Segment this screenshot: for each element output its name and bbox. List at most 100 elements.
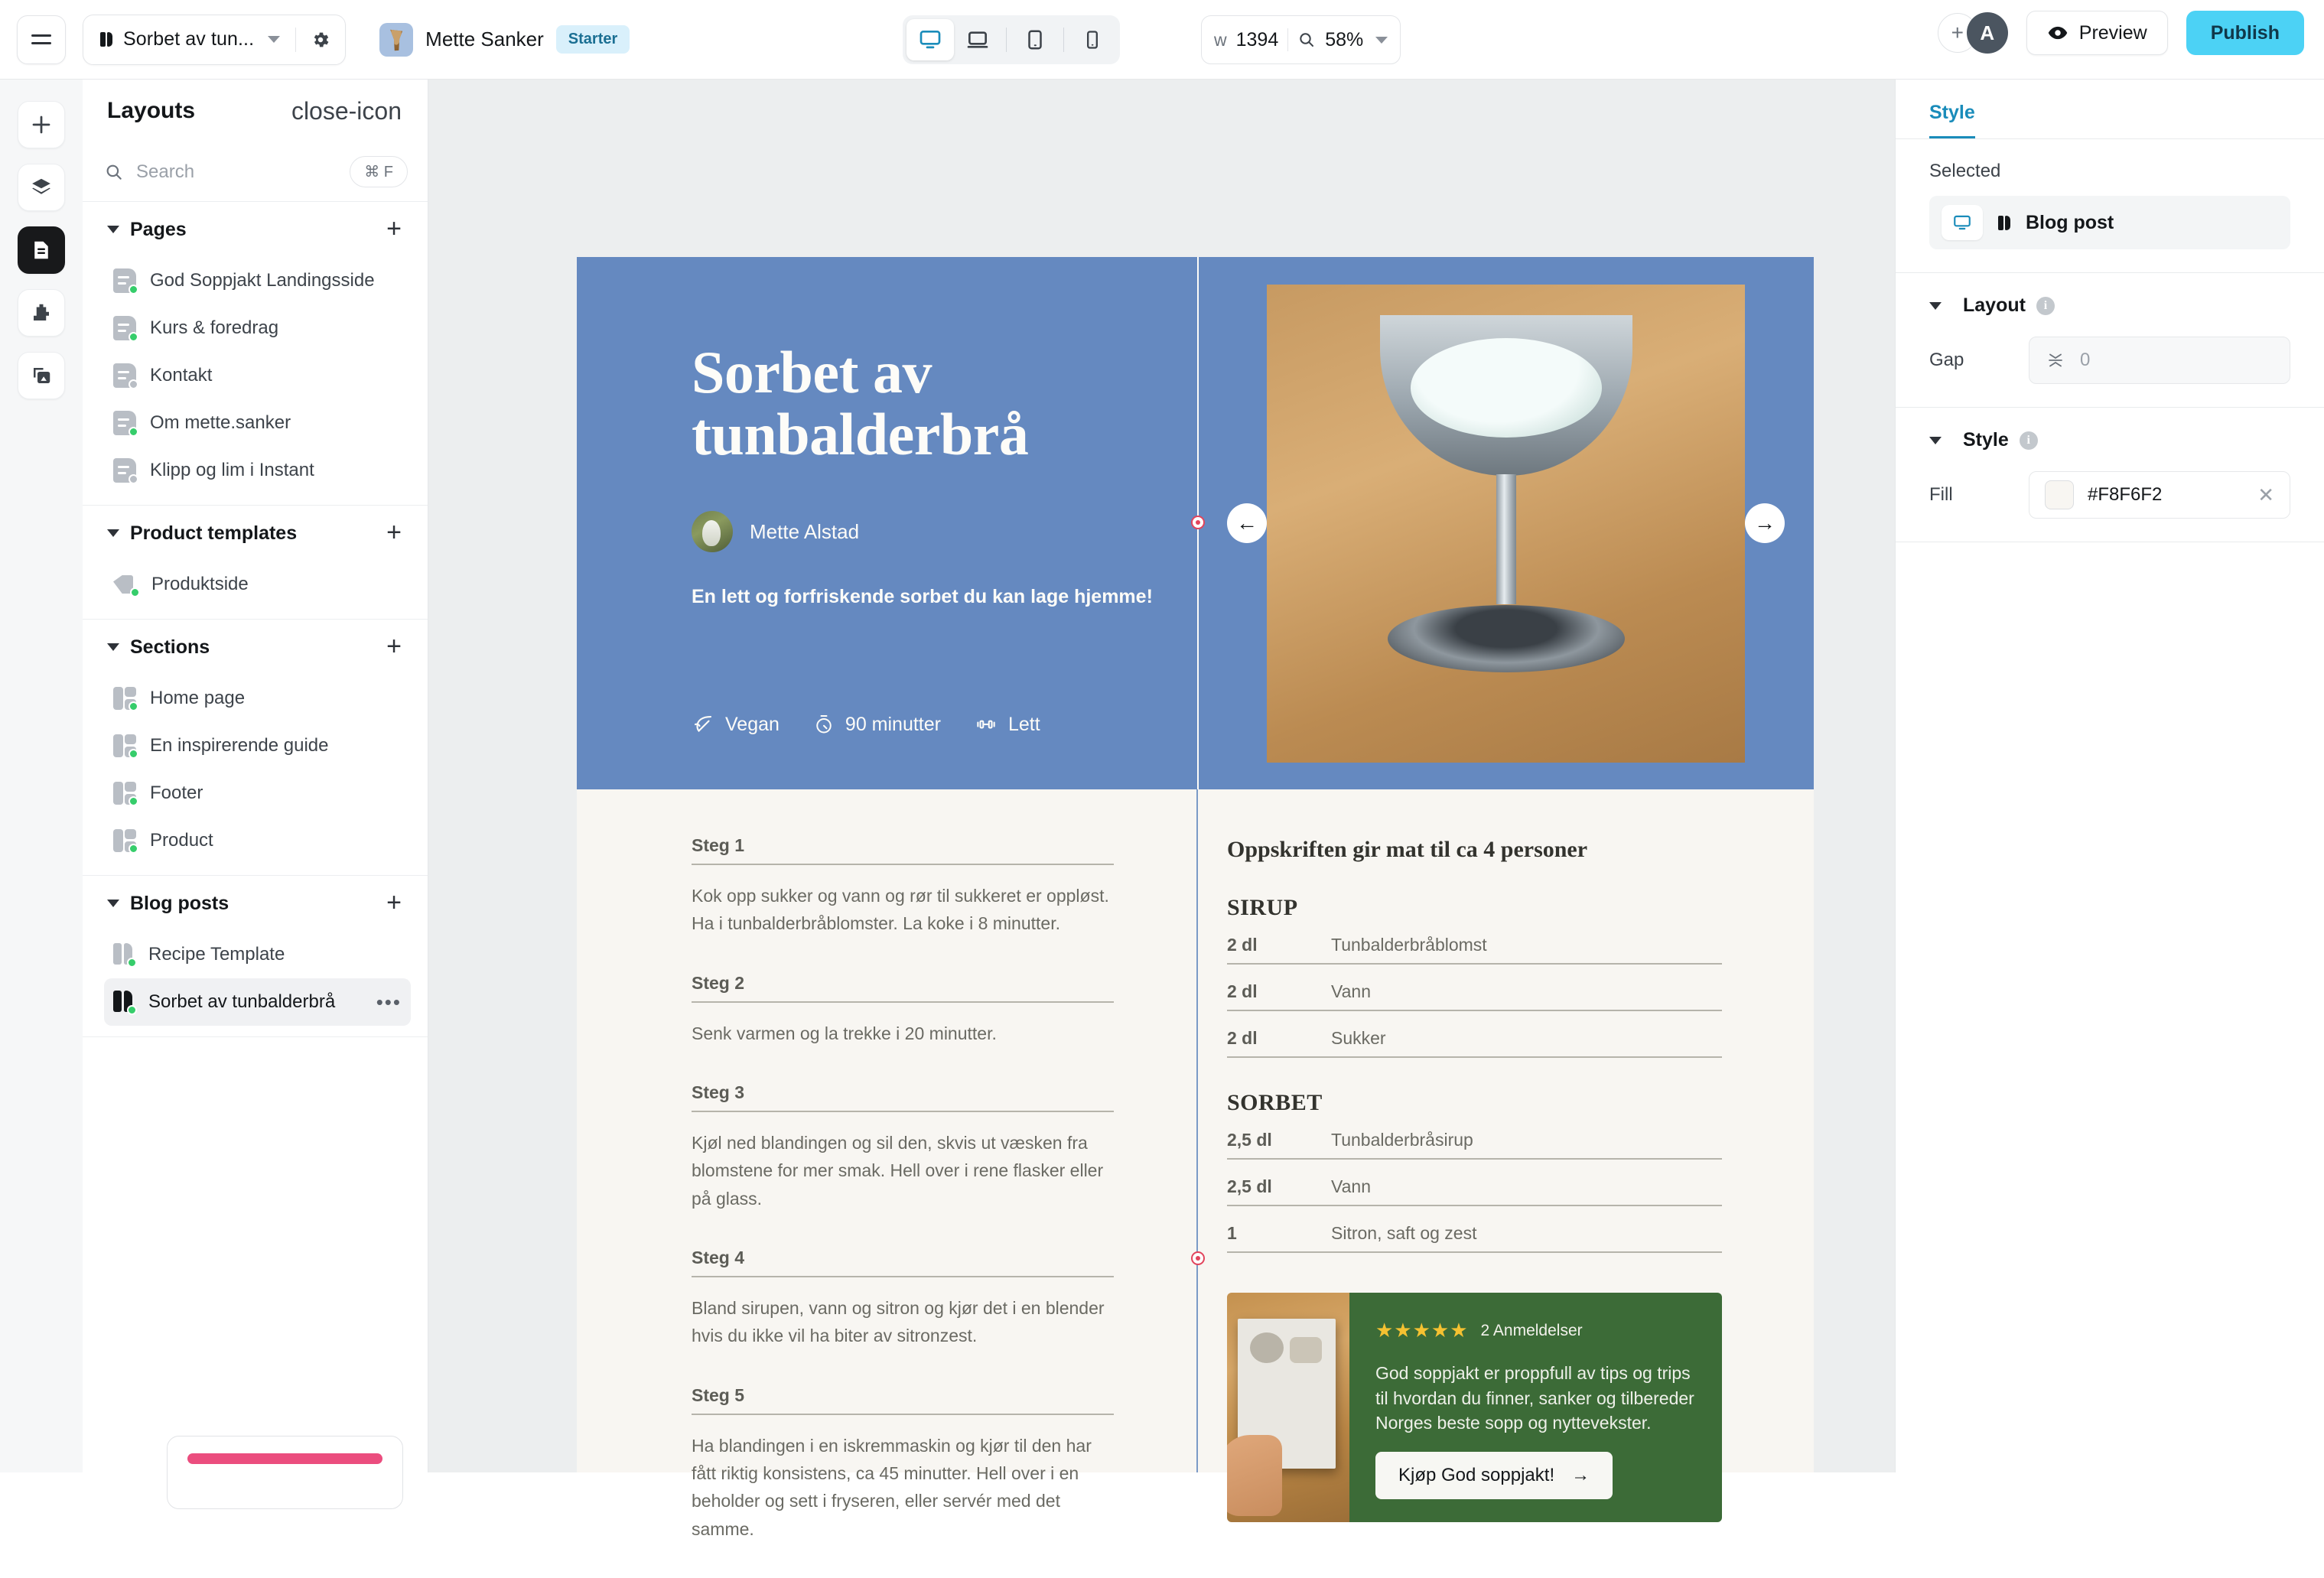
viewport-laptop[interactable] bbox=[954, 19, 1001, 60]
ingredient-name: Sitron, saft og zest bbox=[1331, 1223, 1477, 1243]
list-item[interactable]: Kontakt bbox=[104, 352, 411, 399]
gap-icon bbox=[2049, 353, 2062, 367]
zoom-value[interactable]: 58% bbox=[1325, 29, 1363, 51]
project-settings-button[interactable] bbox=[296, 30, 345, 50]
list-item[interactable]: Footer bbox=[104, 769, 411, 817]
group-pages: Pages + God Soppjakt Landingsside Kurs &… bbox=[83, 202, 428, 506]
list-item[interactable]: God Soppjakt Landingsside bbox=[104, 257, 411, 304]
preview-button[interactable]: Preview bbox=[2026, 11, 2168, 55]
list-item[interactable]: Home page bbox=[104, 675, 411, 722]
group-header-blog-posts[interactable]: Blog posts + bbox=[83, 876, 428, 931]
hero-image-column[interactable]: ← → bbox=[1198, 257, 1814, 789]
rail-item-pages[interactable] bbox=[18, 226, 65, 274]
style-section-header[interactable]: Style i bbox=[1929, 429, 2290, 451]
list-item[interactable]: Om mette.sanker bbox=[104, 399, 411, 447]
carousel-next-button[interactable]: → bbox=[1745, 503, 1785, 543]
resize-handle[interactable] bbox=[1191, 1251, 1205, 1265]
account-info[interactable]: Mette Sanker Starter bbox=[379, 22, 630, 57]
list-item-label: Product bbox=[150, 830, 213, 851]
resize-handle[interactable] bbox=[1191, 516, 1205, 529]
fill-value[interactable]: #F8F6F2 bbox=[2088, 484, 2244, 506]
page-preview[interactable]: Sorbet av tunbalderbrå Mette Alstad En l… bbox=[577, 257, 1814, 1539]
chevron-down-icon[interactable] bbox=[107, 226, 119, 233]
viewport-mobile[interactable] bbox=[1069, 19, 1116, 60]
clear-fill-button[interactable]: ✕ bbox=[2257, 483, 2274, 507]
viewport-tablet[interactable] bbox=[1011, 19, 1059, 60]
list-item[interactable]: Klipp og lim i Instant bbox=[104, 447, 411, 494]
rail-item-add[interactable] bbox=[18, 101, 65, 148]
table-row: 2 dl Vann bbox=[1227, 981, 1722, 1011]
meta-vegan: Vegan bbox=[692, 713, 780, 736]
gap-field-row: Gap 0 bbox=[1929, 337, 2290, 384]
buy-book-button[interactable]: Kjøp God soppjakt! → bbox=[1375, 1452, 1613, 1499]
ingredient-qty: 2,5 dl bbox=[1227, 1176, 1272, 1196]
canvas-area[interactable]: Sorbet av tunbalderbrå Mette Alstad En l… bbox=[428, 80, 1895, 1539]
section-icon bbox=[113, 687, 138, 711]
rail-item-assets[interactable] bbox=[18, 352, 65, 399]
selected-element-row[interactable]: Blog post bbox=[1929, 196, 2290, 249]
chevron-down-icon[interactable] bbox=[107, 643, 119, 651]
add-blog-post-button[interactable]: + bbox=[386, 890, 402, 916]
publish-button[interactable]: Publish bbox=[2186, 11, 2304, 55]
project-name: Sorbet av tun... bbox=[123, 28, 255, 50]
info-icon[interactable]: i bbox=[2019, 431, 2038, 450]
review-count: 2 Anmeldelser bbox=[1480, 1321, 1583, 1339]
carousel-prev-button[interactable]: ← bbox=[1227, 503, 1267, 543]
add-page-button[interactable]: + bbox=[386, 216, 402, 242]
layout-section-header[interactable]: Layout i bbox=[1929, 294, 2290, 317]
project-selector[interactable]: Sorbet av tun... bbox=[83, 14, 347, 65]
avatar[interactable]: A bbox=[1966, 12, 2008, 54]
step-body: Kjøl ned blandingen og sil den, skvis ut… bbox=[692, 1132, 1104, 1209]
list-item[interactable]: Produktside bbox=[104, 561, 411, 608]
chevron-down-icon[interactable] bbox=[107, 529, 119, 537]
list-item[interactable]: Recipe Template bbox=[104, 931, 411, 978]
promo-card[interactable]: ★★★★★ 2 Anmeldelser God soppjakt er prop… bbox=[1227, 1293, 1722, 1522]
hero-section[interactable]: Sorbet av tunbalderbrå Mette Alstad En l… bbox=[577, 257, 1814, 789]
group-header-product-templates[interactable]: Product templates + bbox=[83, 506, 428, 561]
tab-style[interactable]: Style bbox=[1929, 102, 1975, 138]
more-options-button[interactable]: ••• bbox=[376, 992, 402, 1012]
rail-item-layers[interactable] bbox=[18, 164, 65, 211]
zoom-control[interactable]: w 1394 58% bbox=[1201, 15, 1401, 64]
chevron-down-icon[interactable] bbox=[1929, 436, 1942, 444]
list-item-sorbet-av-tunbalderbra[interactable]: Sorbet av tunbalderbrå ••• bbox=[104, 978, 411, 1026]
list-item-label: Footer bbox=[150, 782, 203, 803]
viewport-switcher[interactable] bbox=[903, 15, 1120, 64]
viewport-desktop[interactable] bbox=[906, 19, 954, 60]
list-item[interactable]: En inspirerende guide bbox=[104, 722, 411, 769]
chevron-down-icon[interactable] bbox=[1929, 301, 1942, 310]
gap-value[interactable]: 0 bbox=[2080, 350, 2090, 371]
info-icon[interactable]: i bbox=[2036, 296, 2055, 315]
width-value[interactable]: 1394 bbox=[1236, 29, 1279, 51]
color-swatch[interactable] bbox=[2045, 480, 2074, 509]
list-item-label: Kurs & foredrag bbox=[150, 317, 279, 338]
rating-row: ★★★★★ 2 Anmeldelser bbox=[1375, 1319, 1696, 1342]
step-body: Kok opp sukker og vann og rør til sukker… bbox=[692, 886, 1109, 934]
add-section-button[interactable]: + bbox=[386, 633, 402, 659]
fill-color-input[interactable]: #F8F6F2 ✕ bbox=[2029, 471, 2290, 519]
rail-item-components[interactable] bbox=[18, 289, 65, 337]
panel-bottom-card[interactable] bbox=[167, 1436, 403, 1509]
chevron-down-icon[interactable] bbox=[107, 900, 119, 907]
meta-difficulty: Lett bbox=[975, 713, 1040, 736]
gap-label: Gap bbox=[1929, 350, 1964, 370]
menu-button[interactable] bbox=[17, 15, 66, 64]
close-icon[interactable]: close-icon bbox=[291, 99, 402, 123]
list-item[interactable]: Kurs & foredrag bbox=[104, 304, 411, 352]
table-row: 2,5 dl Vann bbox=[1227, 1176, 1722, 1206]
list-item[interactable]: Product bbox=[104, 817, 411, 864]
gap-stepper[interactable]: 0 bbox=[2029, 337, 2290, 384]
chevron-down-icon[interactable] bbox=[1375, 36, 1388, 44]
ingredient-qty: 1 bbox=[1227, 1223, 1237, 1243]
collaborators[interactable]: + A bbox=[1937, 12, 2008, 54]
group-header-pages[interactable]: Pages + bbox=[83, 202, 428, 257]
project-selector-main[interactable]: Sorbet av tun... bbox=[83, 15, 295, 64]
search-input[interactable]: Search bbox=[136, 161, 337, 183]
avatar bbox=[692, 511, 733, 553]
ingredients-column: Oppskriften gir mat til ca 4 personer SI… bbox=[1198, 789, 1814, 1578]
group-header-sections[interactable]: Sections + bbox=[83, 620, 428, 675]
publish-label: Publish bbox=[2210, 21, 2280, 44]
search-row[interactable]: Search ⌘ F bbox=[83, 142, 428, 202]
add-product-template-button[interactable]: + bbox=[386, 519, 402, 545]
image-stack-icon bbox=[34, 368, 50, 383]
